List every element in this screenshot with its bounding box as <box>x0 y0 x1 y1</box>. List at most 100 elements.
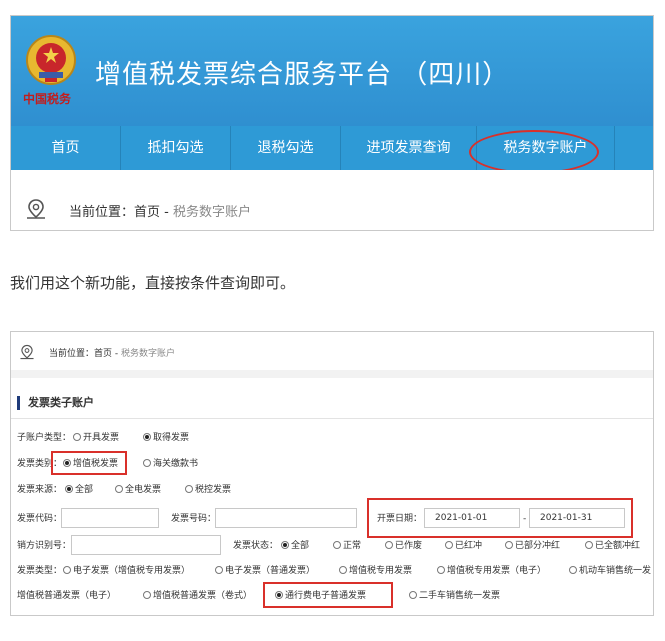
emblem-caption: 中国税务 <box>23 92 72 106</box>
radio-circle[interactable] <box>585 541 593 549</box>
radio-received-invoice[interactable]: 取得发票 <box>143 430 189 446</box>
nav-home[interactable]: 首页 <box>11 126 121 170</box>
radio-source-all[interactable]: 全部 <box>65 482 93 498</box>
breadcrumb-prefix: 当前位置： <box>69 205 135 220</box>
radio-circle[interactable] <box>505 541 513 549</box>
radio-customs-payment[interactable]: 海关缴款书 <box>143 456 198 472</box>
option-label: 电子发票（普通发票） <box>225 566 316 576</box>
option-label: 取得发票 <box>153 433 190 443</box>
option-label: 已作废 <box>395 541 423 551</box>
seller-tax-id-input[interactable] <box>71 535 221 555</box>
radio-circle[interactable] <box>143 433 151 441</box>
radio-circle[interactable] <box>73 433 81 441</box>
option-label: 已红冲 <box>455 541 483 551</box>
breadcrumb-home[interactable]: 首页 <box>134 205 160 220</box>
option-label: 海关缴款书 <box>153 459 199 469</box>
radio-status-partially-reversed[interactable]: 已部分冲红 <box>505 538 560 554</box>
nav-deduction-check[interactable]: 抵扣勾选 <box>121 126 231 170</box>
radio-circle[interactable] <box>437 566 445 574</box>
nav-refund-check[interactable]: 退税勾选 <box>231 126 341 170</box>
breadcrumb-prefix: 当前位置： <box>49 349 95 359</box>
invoice-source-row: 发票来源： 全部 全电发票 税控发票 <box>17 482 317 498</box>
invoice-code-input[interactable] <box>61 508 159 528</box>
radio-type-vehicle-sales[interactable]: 机动车销售统一发 <box>569 563 651 579</box>
breadcrumb-current: 税务数字账户 <box>173 205 252 220</box>
tax-emblem-icon <box>26 35 76 85</box>
radio-status-voided[interactable]: 已作废 <box>385 538 422 554</box>
breadcrumb-current: 税务数字账户 <box>121 349 176 359</box>
section-title: 发票类子账户 <box>17 396 94 410</box>
radio-source-tax-control[interactable]: 税控发票 <box>185 482 231 498</box>
radio-circle[interactable] <box>281 541 289 549</box>
radio-circle[interactable] <box>409 591 417 599</box>
option-label: 全电发票 <box>125 485 162 495</box>
option-label: 税控发票 <box>195 485 232 495</box>
option-label: 增值税普通发票（卷式） <box>153 591 253 601</box>
breadcrumb: 当前位置：首页 - 税务数字账户 <box>69 201 251 220</box>
radio-type-vat-ordinary-e[interactable]: 增值税普通发票（电子） <box>17 591 116 601</box>
account-type-label: 子账户类型： <box>17 433 72 443</box>
invoice-number-input[interactable] <box>215 508 357 528</box>
divider <box>11 418 653 419</box>
location-pin-icon <box>20 344 34 360</box>
radio-status-all[interactable]: 全部 <box>281 538 309 554</box>
radio-status-normal[interactable]: 正常 <box>333 538 361 554</box>
radio-type-vat-special-e[interactable]: 增值税专用发票（电子） <box>437 563 546 579</box>
option-label: 机动车销售统一发 <box>579 566 652 576</box>
option-label: 增值税专用发票 <box>349 566 413 576</box>
invoice-status-label: 发票状态： <box>233 541 279 551</box>
option-label: 增值税普通发票（电子） <box>17 591 117 601</box>
option-label: 电子发票（增值税专用发票） <box>73 566 191 576</box>
radio-type-e-special[interactable]: 电子发票（增值税专用发票） <box>63 563 190 579</box>
highlight-box <box>367 498 633 538</box>
option-label: 已部分冲红 <box>515 541 561 551</box>
nav-invoice[interactable]: 发票 <box>615 126 653 170</box>
option-label: 开具发票 <box>83 433 120 443</box>
radio-type-used-car[interactable]: 二手车销售统一发票 <box>409 588 500 604</box>
radio-circle[interactable] <box>333 541 341 549</box>
screenshot-top: 中国税务 增值税发票综合服务平台 （四川） 首页 抵扣勾选 退税勾选 进项发票查… <box>10 15 654 231</box>
invoice-number-label: 发票号码： <box>171 514 217 524</box>
radio-circle[interactable] <box>339 566 347 574</box>
radio-type-vat-special[interactable]: 增值税专用发票 <box>339 563 412 579</box>
radio-circle[interactable] <box>63 566 71 574</box>
article-caption: 我们用这个新功能，直接按条件查询即可。 <box>10 274 296 292</box>
account-type-row: 子账户类型： 开具发票 取得发票 <box>17 430 317 446</box>
radio-circle[interactable] <box>445 541 453 549</box>
seller-status-row: 销方识别号： 发票状态： 全部 正常 已作废 已红冲 已部分冲红 已全额冲红 <box>17 535 653 555</box>
radio-status-fully-reversed[interactable]: 已全额冲红 <box>585 538 640 554</box>
location-pin-icon <box>27 199 45 219</box>
radio-source-full-digital[interactable]: 全电发票 <box>115 482 161 498</box>
radio-circle[interactable] <box>115 485 123 493</box>
screenshot-bottom: 当前位置：首页 - 税务数字账户 发票类子账户 子账户类型： 开具发票 取得发票… <box>10 331 654 616</box>
radio-type-e-ordinary[interactable]: 电子发票（普通发票） <box>215 563 315 579</box>
radio-type-vat-ordinary-roll[interactable]: 增值税普通发票（卷式） <box>143 588 252 604</box>
highlight-circle <box>469 130 599 174</box>
radio-circle[interactable] <box>185 485 193 493</box>
radio-circle[interactable] <box>143 459 151 467</box>
breadcrumb-home[interactable]: 首页 <box>94 349 112 359</box>
highlight-box <box>263 582 393 608</box>
header-banner: 中国税务 增值税发票综合服务平台 （四川） <box>11 16 653 126</box>
breadcrumb: 当前位置：首页 - 税务数字账户 <box>49 346 175 359</box>
radio-circle[interactable] <box>215 566 223 574</box>
option-label: 已全额冲红 <box>595 541 641 551</box>
radio-circle[interactable] <box>385 541 393 549</box>
invoice-type-label: 发票类型： <box>17 566 63 576</box>
breadcrumb-separator: - <box>160 205 173 220</box>
radio-circle[interactable] <box>65 485 73 493</box>
option-label: 全部 <box>291 541 310 551</box>
option-label: 正常 <box>343 541 362 551</box>
radio-circle[interactable] <box>569 566 577 574</box>
highlight-box <box>51 451 127 475</box>
radio-issue-invoice[interactable]: 开具发票 <box>73 430 119 446</box>
invoice-source-label: 发票来源： <box>17 485 63 495</box>
seller-tax-id-label: 销方识别号： <box>17 541 72 551</box>
option-label: 全部 <box>75 485 94 495</box>
nav-input-invoice-query[interactable]: 进项发票查询 <box>341 126 477 170</box>
radio-status-red-reversed[interactable]: 已红冲 <box>445 538 482 554</box>
invoice-code-label: 发票代码： <box>17 514 63 524</box>
option-label: 二手车销售统一发票 <box>419 591 501 601</box>
radio-circle[interactable] <box>143 591 151 599</box>
site-title: 增值税发票综合服务平台 （四川） <box>95 60 510 90</box>
